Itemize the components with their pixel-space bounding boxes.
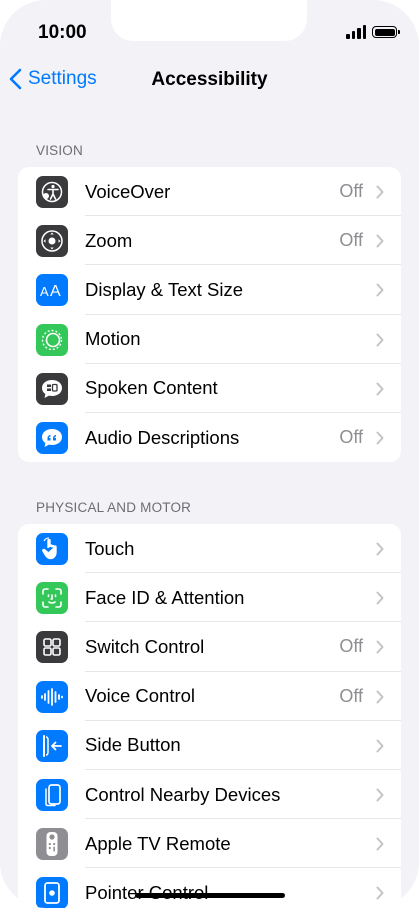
status-time: 10:00 [38,22,87,43]
row-audio-descriptions[interactable]: Audio Descriptions Off [18,413,401,462]
section-header-physical-motor: PHYSICAL AND MOTOR [36,500,192,515]
row-label: Spoken Content [85,377,218,399]
audio-descriptions-icon [36,421,68,454]
row-label: VoiceOver [85,180,171,202]
chevron-right-icon [376,382,384,396]
physical-motor-group: Touch Face ID & Attention Switch Control… [18,524,401,908]
zoom-icon [36,225,68,258]
row-label: Display & Text Size [85,278,243,300]
row-control-nearby-devices[interactable]: Control Nearby Devices [18,770,401,820]
chevron-right-icon [376,739,384,753]
svg-text:A: A [40,284,49,298]
pointer-control-icon [36,877,68,908]
row-label: Face ID & Attention [85,586,245,608]
chevron-right-icon [376,690,384,704]
row-label: Touch [85,537,135,559]
chevron-right-icon [376,788,384,802]
row-value: Off [339,230,363,251]
section-header-vision: VISION [36,143,83,158]
row-switch-control[interactable]: Switch Control Off [18,622,401,672]
row-value: Off [339,427,363,448]
row-zoom[interactable]: Zoom Off [18,216,401,266]
row-label: Voice Control [85,685,196,707]
row-side-button[interactable]: Side Button [18,721,401,771]
row-touch[interactable]: Touch [18,524,401,574]
chevron-right-icon [376,333,384,347]
text-size-icon: AA [36,274,68,307]
battery-icon [372,26,400,38]
notch [111,0,307,41]
side-button-icon [36,729,68,762]
row-label: Side Button [85,734,181,756]
svg-text:A: A [50,283,61,298]
chevron-right-icon [376,283,384,297]
row-value: Off [339,685,363,706]
chevron-right-icon [376,431,384,445]
row-label: Motion [85,328,141,350]
voice-control-icon [36,680,68,713]
row-pointer-control[interactable]: Pointer Control [18,868,401,908]
row-label: Apple TV Remote [85,832,231,854]
row-label: Control Nearby Devices [85,783,281,805]
spoken-content-icon [36,372,68,405]
row-label: Switch Control [85,635,205,657]
cellular-signal-icon [346,25,366,39]
row-face-id-attention[interactable]: Face ID & Attention [18,573,401,623]
chevron-right-icon [376,185,384,199]
chevron-right-icon [376,591,384,605]
row-motion[interactable]: Motion [18,315,401,364]
chevron-right-icon [376,837,384,851]
chevron-right-icon [376,640,384,654]
row-value: Off [339,636,363,657]
chevron-right-icon [376,542,384,556]
tv-remote-icon [36,828,68,861]
row-voiceover[interactable]: VoiceOver Off [18,167,401,217]
status-icons [346,25,400,39]
chevron-right-icon [376,886,384,900]
phone-screen: 10:00 Settings Accessibility VISION Voic… [0,0,419,908]
row-display-text-size[interactable]: AA Display & Text Size [18,265,401,315]
row-apple-tv-remote[interactable]: Apple TV Remote [18,819,401,869]
chevron-right-icon [376,234,384,248]
row-label: Zoom [85,229,133,251]
touch-icon [36,533,68,565]
page-title: Accessibility [151,69,268,90]
voiceover-icon [36,176,68,208]
row-label: Audio Descriptions [85,426,240,448]
vision-group: VoiceOver Off Zoom Off AA Display & Text… [18,167,401,463]
row-voice-control[interactable]: Voice Control Off [18,672,401,721]
face-id-icon [36,582,68,615]
row-value: Off [339,181,363,202]
home-indicator[interactable] [135,893,285,898]
nearby-devices-icon [36,778,68,811]
switch-control-icon [36,631,68,664]
motion-icon [36,323,68,356]
row-spoken-content[interactable]: Spoken Content [18,364,401,414]
